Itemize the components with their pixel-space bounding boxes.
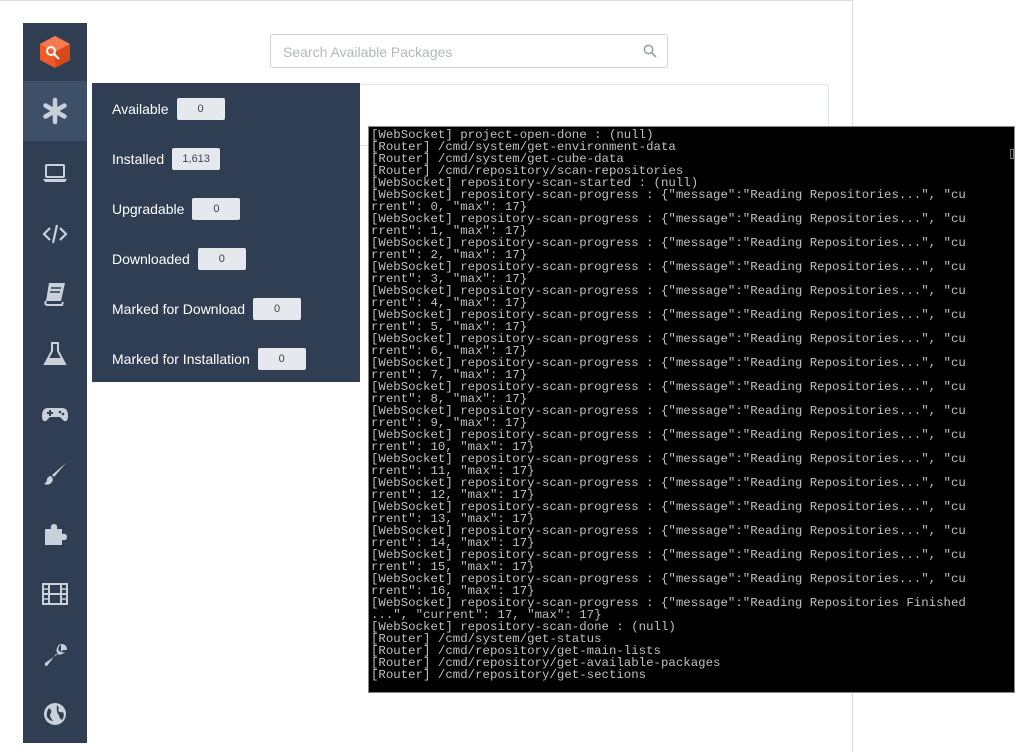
filter-label: Available (112, 101, 169, 117)
wrench-icon (44, 644, 67, 666)
filter-marked-for-installation[interactable]: Marked for Installation 0 (112, 347, 306, 371)
search-input[interactable] (281, 35, 635, 69)
nav-globe[interactable] (23, 684, 87, 744)
filter-label: Upgradable (112, 201, 185, 217)
filter-count-badge: 0 (253, 298, 302, 320)
nav-code[interactable] (23, 204, 87, 264)
gamepad-icon (42, 408, 68, 422)
filter-label: Marked for Download (112, 301, 246, 317)
book-icon (44, 283, 65, 306)
search-icon[interactable] (643, 44, 657, 58)
filter-count-badge: 0 (257, 348, 306, 370)
search-box (270, 34, 668, 69)
filter-label: Downloaded (112, 251, 190, 267)
filter-downloaded[interactable]: Downloaded 0 (112, 247, 246, 271)
filter-label: Marked for Installation (112, 351, 250, 367)
filter-count-badge: 0 (176, 98, 225, 120)
code-icon (42, 224, 68, 244)
nav-flask[interactable] (23, 324, 87, 384)
filter-panel: Available 0 Installed 1,613 Upgradable 0… (92, 83, 360, 382)
nav-asterisk[interactable] (23, 81, 87, 141)
filter-marked-for-download[interactable]: Marked for Download 0 (112, 297, 302, 321)
asterisk-icon (43, 97, 67, 125)
nav-gamepad[interactable] (23, 384, 87, 444)
paintbrush-icon (44, 463, 66, 485)
logo-icon[interactable] (23, 23, 87, 81)
globe-icon (44, 703, 66, 725)
nav-wrench[interactable] (23, 625, 87, 685)
film-icon (42, 583, 68, 605)
sidebar (23, 23, 87, 743)
filter-installed[interactable]: Installed 1,613 (112, 147, 221, 171)
filter-upgradable[interactable]: Upgradable 0 (112, 197, 241, 221)
nav-book[interactable] (23, 264, 87, 324)
console-output: [WebSocket] project-open-done : (null) [… (369, 127, 1014, 681)
laptop-icon (43, 164, 67, 182)
nav-laptop[interactable] (23, 143, 87, 203)
filter-count-badge: 0 (197, 248, 246, 270)
filter-count-badge: 0 (192, 198, 241, 220)
filter-label: Installed (112, 151, 165, 167)
nav-film[interactable] (23, 564, 87, 624)
nav-puzzle[interactable] (23, 504, 87, 564)
filter-count-badge: 1,613 (172, 148, 221, 170)
console-scrollbar[interactable] (1010, 149, 1014, 159)
console-line: [Router] /cmd/repository/get-sections (371, 668, 647, 682)
nav-paintbrush[interactable] (23, 444, 87, 504)
console-window[interactable]: [WebSocket] project-open-done : (null) [… (368, 126, 1015, 693)
flask-icon (43, 342, 67, 365)
filter-available[interactable]: Available 0 (112, 97, 225, 121)
puzzle-piece-icon (45, 524, 67, 545)
